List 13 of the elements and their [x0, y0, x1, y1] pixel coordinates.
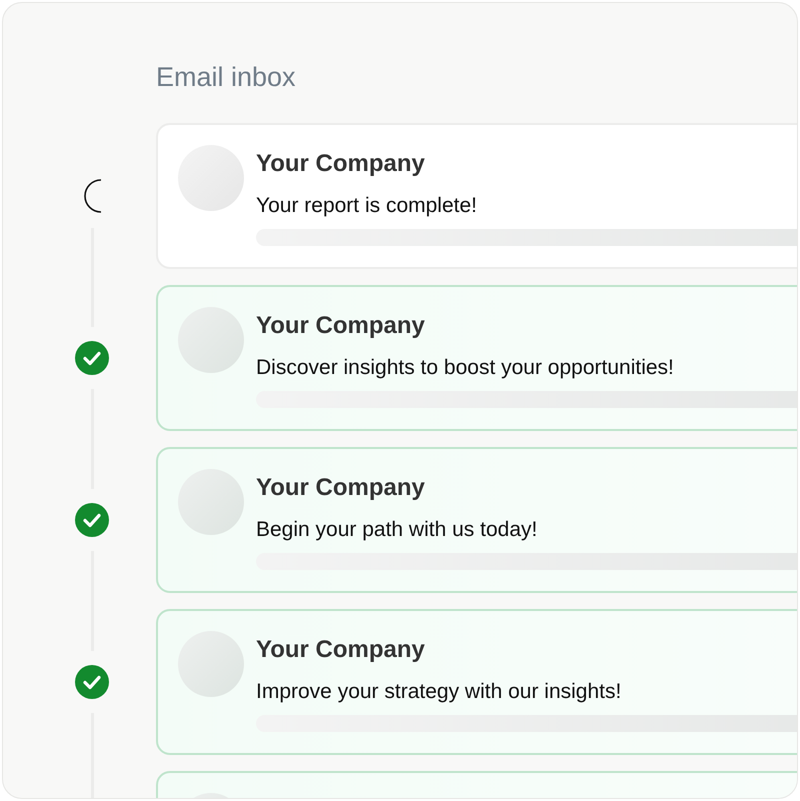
email-subject: Discover insights to boost your opportunities! — [256, 355, 674, 381]
sender-name: Your Company — [256, 311, 425, 341]
email-subject: Your report is complete! — [256, 193, 478, 219]
section-title: Email inbox — [156, 61, 296, 94]
email-card[interactable]: Your Company Begin your path with us today! — [156, 447, 797, 593]
email-card[interactable]: Your Company Discover insights to boost your opportunities! — [156, 285, 797, 431]
sender-name: Your Company — [256, 635, 425, 665]
sender-name: Your Company — [256, 473, 425, 503]
sender-name: Your Company — [256, 149, 425, 179]
email-subject: Begin your path with us today! — [256, 517, 538, 543]
email-subject: Improve your strategy with our insights! — [256, 679, 622, 705]
email-card[interactable]: Your Company Improve your strategy with our insights! — [156, 609, 797, 755]
email-card[interactable]: Your Company Your report is complete! — [156, 123, 797, 269]
